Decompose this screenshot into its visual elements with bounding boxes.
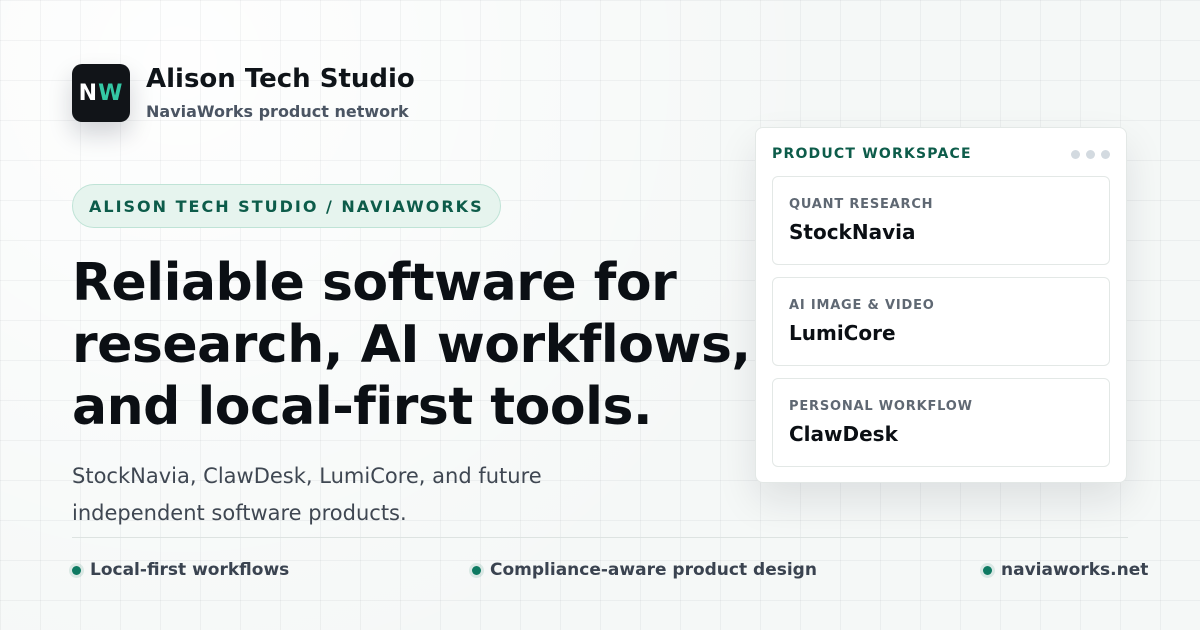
- headline-line-1: Reliable software for: [72, 253, 677, 313]
- feature-compliance: Compliance-aware product design: [472, 560, 817, 580]
- logo-letter-n: N: [78, 80, 99, 106]
- product-name: StockNavia: [789, 220, 916, 244]
- brand-title: Alison Tech Studio: [146, 64, 415, 95]
- subtext-line-2: independent software products.: [72, 501, 407, 525]
- logo-letter-w: W: [98, 80, 124, 106]
- headline-line-2: research, AI workflows,: [72, 315, 751, 375]
- product-workspace-card: PRODUCT WORKSPACE QUANT RESEARCH StockNa…: [755, 127, 1127, 483]
- more-dots-icon[interactable]: [1071, 149, 1110, 159]
- product-category: QUANT RESEARCH: [789, 197, 934, 212]
- divider: [72, 537, 1128, 538]
- feature-local-first: Local-first workflows: [72, 560, 289, 580]
- product-item-stocknavia[interactable]: QUANT RESEARCH StockNavia: [772, 176, 1110, 265]
- product-item-clawdesk[interactable]: PERSONAL WORKFLOW ClawDesk: [772, 378, 1110, 467]
- website-link[interactable]: naviaworks.net: [1001, 560, 1148, 580]
- brand-text: Alison Tech Studio NaviaWorks product ne…: [146, 65, 415, 121]
- brand-subtitle: NaviaWorks product network: [146, 101, 409, 121]
- product-category: AI IMAGE & VIDEO: [789, 298, 935, 313]
- dot: [1071, 149, 1080, 159]
- studio-pill: ALISON TECH STUDIO / NAVIAWORKS: [72, 184, 501, 228]
- subtext-line-1: StockNavia, ClawDesk, LumiCore, and futu…: [72, 464, 542, 488]
- feature-label: Local-first workflows: [90, 560, 290, 580]
- product-name: LumiCore: [789, 321, 896, 345]
- product-name: ClawDesk: [789, 422, 898, 446]
- bullet-dot-icon: [983, 565, 992, 575]
- headline-line-3: and local-first tools.: [72, 377, 653, 437]
- bullet-dot-icon: [72, 565, 81, 575]
- feature-label: Compliance-aware product design: [490, 560, 817, 580]
- product-item-lumicore[interactable]: AI IMAGE & VIDEO LumiCore: [772, 277, 1110, 366]
- nw-logo: NW: [72, 64, 130, 122]
- card-title: PRODUCT WORKSPACE: [772, 146, 972, 162]
- headline: Reliable software for research, AI workf…: [72, 252, 772, 438]
- feature-website-link[interactable]: naviaworks.net: [983, 560, 1148, 580]
- dot: [1101, 149, 1110, 159]
- subtext: StockNavia, ClawDesk, LumiCore, and futu…: [72, 458, 612, 532]
- card-header: PRODUCT WORKSPACE: [772, 144, 1110, 164]
- dot: [1086, 149, 1095, 159]
- product-category: PERSONAL WORKFLOW: [789, 399, 973, 414]
- bullet-dot-icon: [472, 565, 481, 575]
- brand-header: NW Alison Tech Studio NaviaWorks product…: [72, 64, 415, 122]
